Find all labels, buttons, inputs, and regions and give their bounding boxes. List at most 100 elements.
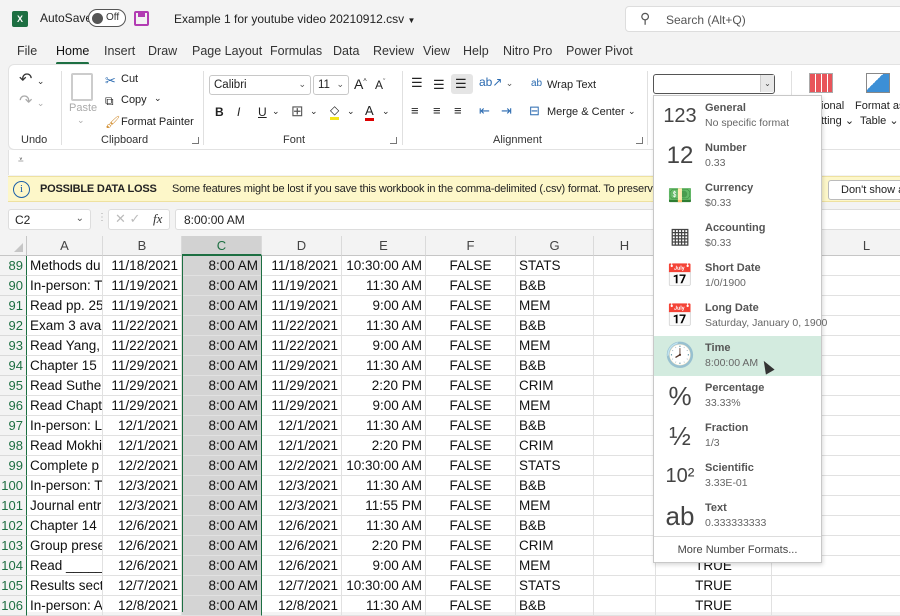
bold-button[interactable]: B xyxy=(215,105,224,119)
column-header-c[interactable]: C xyxy=(182,236,262,256)
cell-c[interactable]: 8:00 AM xyxy=(182,296,262,316)
cell-c[interactable]: 8:00 AM xyxy=(182,496,262,516)
font-size-combo[interactable]: 11 ⌄ xyxy=(313,75,349,95)
copy-button[interactable]: Copy xyxy=(121,94,147,106)
customize-qat-icon[interactable]: ⩡ xyxy=(18,155,24,166)
cell-d[interactable]: 12/6/2021 xyxy=(262,536,342,556)
cell-e[interactable]: 11:30 AM xyxy=(342,516,426,536)
tab-help[interactable]: Help xyxy=(463,44,489,58)
cell-b[interactable]: 12/8/2021 xyxy=(103,596,182,616)
cell-c[interactable]: 8:00 AM xyxy=(182,556,262,576)
format-option-general[interactable]: 123 General No specific format xyxy=(654,96,821,136)
cell-f[interactable]: FALSE xyxy=(426,556,516,576)
cell-h[interactable] xyxy=(594,436,656,456)
cell-d[interactable]: 12/3/2021 xyxy=(262,496,342,516)
cell-c[interactable]: 8:00 AM xyxy=(182,416,262,436)
cell-k[interactable]: TRUE xyxy=(656,596,772,616)
top-align-icon[interactable]: ☰ xyxy=(411,75,423,91)
decrease-indent-icon[interactable]: ⇤ xyxy=(479,103,490,119)
cell-c[interactable]: 8:00 AM xyxy=(182,476,262,496)
font-name-combo[interactable]: Calibri ⌄ xyxy=(209,75,311,95)
cell-b[interactable]: 11/18/2021 xyxy=(103,256,182,276)
cell-b[interactable]: 11/22/2021 xyxy=(103,316,182,336)
cell-e[interactable]: 9:00 AM xyxy=(342,556,426,576)
name-box-dropdown-icon[interactable]: ⌄ xyxy=(76,213,84,224)
cell-g[interactable]: MEM xyxy=(516,396,594,416)
format-option-time[interactable]: 🕗 Time 8:00:00 AM xyxy=(654,336,821,376)
cell-f[interactable]: FALSE xyxy=(426,516,516,536)
conditional-formatting-icon[interactable] xyxy=(809,73,833,93)
cell-a[interactable]: Read _____ xyxy=(27,556,103,576)
cell-b[interactable]: 11/19/2021 xyxy=(103,296,182,316)
cell-c[interactable]: 8:00 AM xyxy=(182,336,262,356)
borders-icon[interactable]: ⊞ xyxy=(291,102,304,120)
cell-b[interactable]: 11/29/2021 xyxy=(103,376,182,396)
format-option-text[interactable]: ab Text 0.333333333 xyxy=(654,496,821,536)
format-option-short-date[interactable]: 📅 Short Date 1/0/1900 xyxy=(654,256,821,296)
cell-h[interactable] xyxy=(594,556,656,576)
cell-e[interactable]: 2:20 PM xyxy=(342,436,426,456)
cell-d[interactable]: 12/7/2021 xyxy=(262,576,342,596)
format-option-currency[interactable]: 💵 Currency $0.33 xyxy=(654,176,821,216)
cell-a[interactable]: Journal entr xyxy=(27,496,103,516)
cell-f[interactable]: FALSE xyxy=(426,596,516,616)
column-header-b[interactable]: B xyxy=(103,236,182,256)
increase-indent-icon[interactable]: ⇥ xyxy=(501,103,512,119)
cell-e[interactable]: 10:30:00 AM xyxy=(342,576,426,596)
insert-function-icon[interactable]: fx xyxy=(153,211,162,227)
cell-g[interactable]: STATS xyxy=(516,456,594,476)
format-option-number[interactable]: 12 Number 0.33 xyxy=(654,136,821,176)
cell-h[interactable] xyxy=(594,576,656,596)
cell-a[interactable]: Read Chapt xyxy=(27,396,103,416)
underline-button[interactable]: U xyxy=(258,105,267,119)
cell-g[interactable]: B&B xyxy=(516,356,594,376)
format-painter-button[interactable]: Format Painter xyxy=(121,116,194,128)
font-color-dropdown-icon[interactable]: ⌄ xyxy=(382,106,390,117)
column-header-e[interactable]: E xyxy=(342,236,426,256)
cell-b[interactable]: 12/6/2021 xyxy=(103,516,182,536)
number-format-combo[interactable]: ⌄ xyxy=(653,74,775,94)
cell-c[interactable]: 8:00 AM xyxy=(182,516,262,536)
cell-b[interactable]: 12/3/2021 xyxy=(103,476,182,496)
cell-g[interactable]: B&B xyxy=(516,516,594,536)
bottom-align-icon[interactable]: ☰ xyxy=(451,74,473,94)
format-as-table-icon[interactable] xyxy=(866,73,890,93)
paste-button[interactable]: Paste xyxy=(69,102,97,114)
column-header-a[interactable]: A xyxy=(27,236,103,256)
cell-d[interactable]: 11/22/2021 xyxy=(262,316,342,336)
row-header[interactable]: 99 xyxy=(0,456,27,476)
cell-f[interactable]: FALSE xyxy=(426,536,516,556)
tab-home[interactable]: Home xyxy=(56,44,90,65)
format-option-scientific[interactable]: 10² Scientific 3.33E-01 xyxy=(654,456,821,496)
row-header[interactable]: 93 xyxy=(0,336,27,356)
cell-f[interactable]: FALSE xyxy=(426,436,516,456)
format-as-table-label-2[interactable]: Table ⌄ xyxy=(860,114,899,127)
cell-d[interactable]: 12/3/2021 xyxy=(262,476,342,496)
cell-e[interactable]: 9:00 AM xyxy=(342,336,426,356)
format-option-accounting[interactable]: ▦ Accounting $0.33 xyxy=(654,216,821,256)
cell-h[interactable] xyxy=(594,496,656,516)
cell-h[interactable] xyxy=(594,276,656,296)
row-header[interactable]: 101 xyxy=(0,496,27,516)
number-format-dropdown-icon[interactable]: ⌄ xyxy=(760,75,774,92)
select-all-corner[interactable] xyxy=(0,236,27,256)
format-option-long-date[interactable]: 📅 Long Date Saturday, January 0, 1900 xyxy=(654,296,827,336)
cell-g[interactable]: B&B xyxy=(516,276,594,296)
merge-dropdown-icon[interactable]: ⌄ xyxy=(628,106,636,117)
cell-c[interactable]: 8:00 AM xyxy=(182,356,262,376)
cell-h[interactable] xyxy=(594,256,656,276)
copy-dropdown-icon[interactable]: ⌄ xyxy=(154,93,162,104)
cell-a[interactable]: Read Mokhi xyxy=(27,436,103,456)
cell-b[interactable]: 12/6/2021 xyxy=(103,536,182,556)
row-header[interactable]: 105 xyxy=(0,576,27,596)
cell-a[interactable]: Group prese xyxy=(27,536,103,556)
cell-c[interactable]: 8:00 AM xyxy=(182,396,262,416)
conditional-formatting-label[interactable]: ional xyxy=(821,100,844,112)
cell-f[interactable]: FALSE xyxy=(426,496,516,516)
cell-f[interactable]: FALSE xyxy=(426,256,516,276)
cell-d[interactable]: 12/6/2021 xyxy=(262,516,342,536)
cell-h[interactable] xyxy=(594,476,656,496)
cell-g[interactable]: CRIM xyxy=(516,436,594,456)
cell-g[interactable]: CRIM xyxy=(516,536,594,556)
tab-data[interactable]: Data xyxy=(333,44,359,58)
